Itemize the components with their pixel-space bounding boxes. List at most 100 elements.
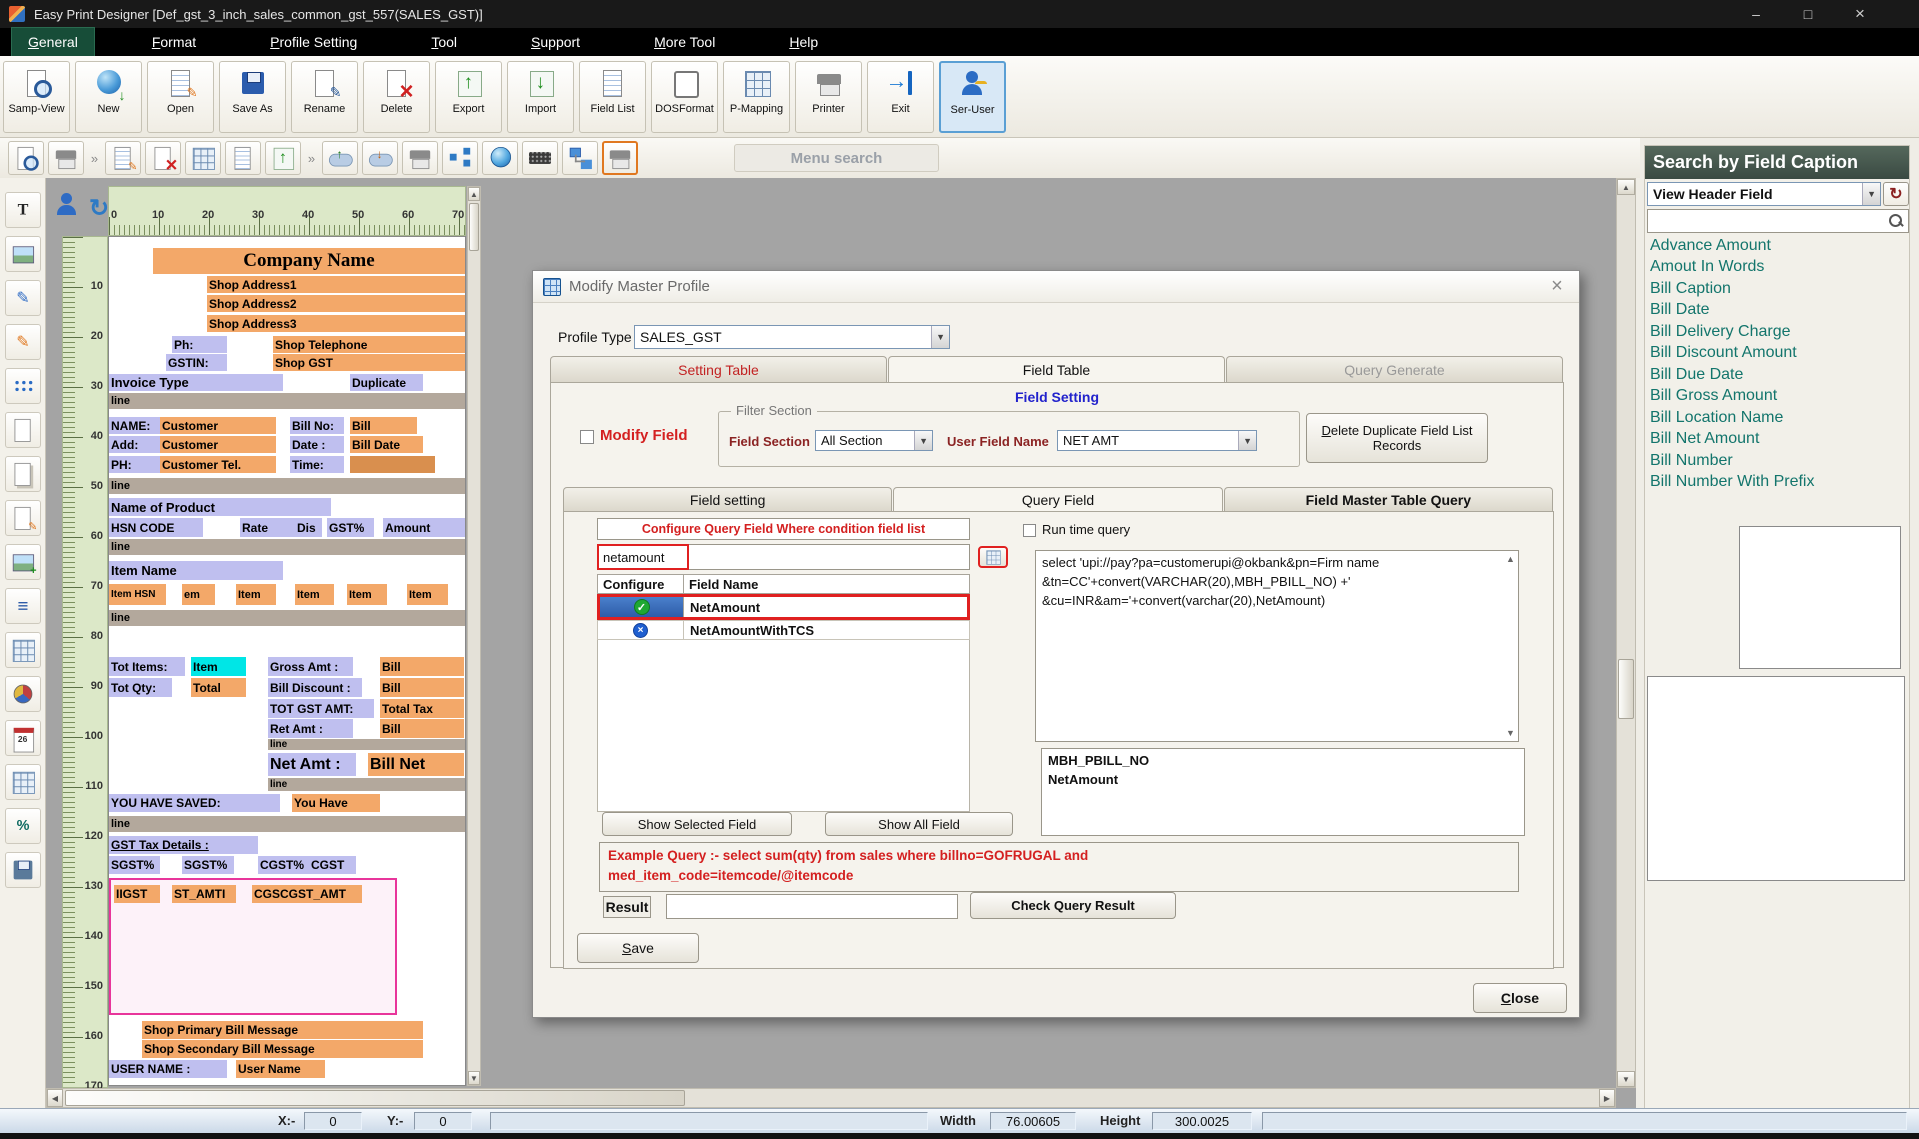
template-field[interactable]: Shop Primary Bill Message: [142, 1021, 423, 1039]
template-field[interactable]: Bill Net: [368, 753, 464, 776]
menu-item-format[interactable]: Format: [136, 28, 212, 56]
show-selected-field-button[interactable]: Show Selected Field: [602, 812, 792, 836]
template-field[interactable]: Time:: [290, 456, 344, 473]
quick-button-add-report[interactable]: [265, 141, 301, 175]
result-input[interactable]: [666, 894, 958, 919]
toolbar-button-field-list[interactable]: Field List: [579, 61, 646, 133]
field-lookup-button[interactable]: [978, 546, 1008, 568]
tool-button-table-grid-tool[interactable]: [5, 764, 41, 800]
template-field[interactable]: CGST: [309, 856, 356, 874]
tool-button-marker-tool[interactable]: [5, 324, 41, 360]
template-field[interactable]: CGSCGST_AMT: [252, 885, 362, 903]
field-caption-item[interactable]: Bill Date: [1646, 300, 1910, 322]
field-caption-item[interactable]: Advance Amount: [1646, 235, 1910, 257]
template-field[interactable]: Shop Address3: [207, 315, 465, 332]
field-caption-item[interactable]: Amout In Words: [1646, 257, 1910, 279]
template-field[interactable]: CGST%: [258, 856, 309, 874]
quick-button-network[interactable]: [562, 141, 598, 175]
close-icon[interactable]: [1851, 4, 1869, 24]
template-field[interactable]: NAME:: [109, 417, 160, 434]
template-field[interactable]: You Have: [292, 794, 380, 812]
template-line[interactable]: line: [268, 739, 466, 750]
toolbar-button-export[interactable]: Export: [435, 61, 502, 133]
template-field[interactable]: Tot Items:: [109, 657, 185, 676]
close-button[interactable]: Close: [1473, 983, 1567, 1013]
template-field[interactable]: GSTIN:: [166, 354, 227, 371]
template-field[interactable]: Ret Amt :: [268, 719, 353, 738]
tool-button-pencil-tool[interactable]: [5, 280, 41, 316]
template-field[interactable]: Item: [236, 584, 276, 605]
toolbar-button-rename[interactable]: Rename: [291, 61, 358, 133]
scroll-left-icon[interactable]: [47, 1089, 63, 1107]
field-caption-item[interactable]: Bill Delivery Charge: [1646, 321, 1910, 343]
template-field[interactable]: YOU HAVE SAVED:: [109, 794, 280, 812]
tab-field-master-table-query[interactable]: Field Master Table Query: [1224, 487, 1553, 511]
query-field-list-box[interactable]: MBH_PBILL_NO NetAmount: [1041, 748, 1525, 836]
template-field[interactable]: Customer: [160, 417, 276, 434]
template-field[interactable]: IIGST: [114, 885, 160, 903]
template-field[interactable]: GST%: [327, 518, 374, 537]
tool-button-copy-page-tool[interactable]: [5, 456, 41, 492]
template-line[interactable]: line: [109, 478, 466, 494]
quick-button-cloud-upload[interactable]: [322, 141, 358, 175]
template-field[interactable]: Gross Amt :: [268, 657, 353, 676]
dialog-title-bar[interactable]: Modify Master Profile: [533, 271, 1579, 303]
user-field-name-select[interactable]: NET AMT: [1057, 430, 1257, 451]
scroll-down-icon[interactable]: [1617, 1071, 1635, 1087]
field-caption-item[interactable]: Bill Location Name: [1646, 407, 1910, 429]
table-row[interactable]: NetAmount: [597, 594, 970, 620]
menu-item-help[interactable]: Help: [773, 28, 834, 56]
quick-button-keyboard[interactable]: [522, 141, 558, 175]
check-circle-icon[interactable]: [634, 599, 650, 615]
template-field[interactable]: USER NAME :: [109, 1060, 227, 1078]
column-header-configure[interactable]: Configure: [597, 574, 684, 594]
field-caption-item[interactable]: Bill Net Amount: [1646, 429, 1910, 451]
template-field[interactable]: Shop GST: [273, 354, 465, 371]
template-field[interactable]: Bill: [380, 678, 464, 697]
template-field[interactable]: Dis: [295, 518, 322, 537]
tool-button-percent-tool[interactable]: [5, 808, 41, 844]
toolbar-button-dosformat[interactable]: DOSFormat: [651, 61, 718, 133]
toolbar-button-open[interactable]: Open: [147, 61, 214, 133]
tool-button-page-tool[interactable]: [5, 412, 41, 448]
quick-button-cloud-download[interactable]: [362, 141, 398, 175]
quick-button-share[interactable]: [442, 141, 478, 175]
quick-button-active-printer[interactable]: [602, 141, 638, 175]
scroll-up-icon[interactable]: [1617, 179, 1635, 195]
scroll-thumb[interactable]: [65, 1090, 685, 1106]
template-field[interactable]: Customer: [160, 436, 276, 453]
save-button[interactable]: Save: [577, 933, 699, 963]
query-textarea[interactable]: select 'upi://pay?pa=customerupi@okbank&…: [1035, 550, 1519, 742]
menu-item-general[interactable]: General: [12, 28, 94, 56]
scroll-thumb[interactable]: [469, 203, 479, 251]
menu-item-support[interactable]: Support: [515, 28, 596, 56]
search-icon[interactable]: [1887, 212, 1905, 230]
quick-button-print[interactable]: [48, 141, 84, 175]
field-caption-item[interactable]: Bill Number: [1646, 450, 1910, 472]
template-field[interactable]: Invoice Type: [109, 374, 283, 391]
menu-item-profile-setting[interactable]: Profile Setting: [254, 28, 373, 56]
template-field[interactable]: Bill: [380, 719, 464, 738]
template-field[interactable]: Bill Discount :: [268, 678, 362, 697]
field-caption-item[interactable]: Bill Caption: [1646, 278, 1910, 300]
toolbar-button-ser-user[interactable]: Ser-User: [939, 61, 1006, 133]
toolbar-button-p-mapping[interactable]: P-Mapping: [723, 61, 790, 133]
template-field[interactable]: Duplicate: [350, 374, 423, 391]
template-field[interactable]: Total Tax: [380, 699, 464, 718]
menu-item-tool[interactable]: Tool: [415, 28, 473, 56]
user-view-button[interactable]: [54, 194, 84, 222]
tab-field-table[interactable]: Field Table: [888, 356, 1225, 382]
template-field[interactable]: Item: [191, 657, 246, 676]
template-field[interactable]: TOT GST AMT:: [268, 699, 374, 718]
toolbar-button-delete[interactable]: Delete: [363, 61, 430, 133]
template-line[interactable]: line: [109, 539, 466, 555]
field-caption-item[interactable]: Bill Number With Prefix: [1646, 472, 1910, 494]
tool-button-picture-tool[interactable]: [5, 236, 41, 272]
quick-button-globe[interactable]: [482, 141, 518, 175]
template-field[interactable]: Bill: [380, 657, 464, 676]
tool-button-dots-tool[interactable]: [5, 368, 41, 404]
template-field[interactable]: Company Name: [153, 248, 465, 274]
toolbar-button-printer[interactable]: Printer: [795, 61, 862, 133]
menu-search-input[interactable]: Menu search: [734, 144, 939, 172]
template-field[interactable]: Net Amt :: [268, 753, 356, 776]
